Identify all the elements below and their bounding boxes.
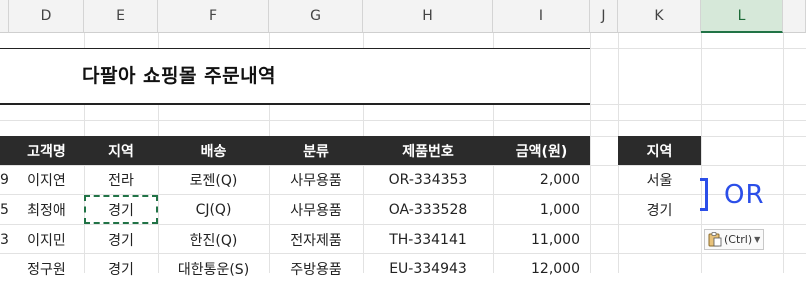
sheet-title[interactable]: 다팔아 쇼핑몰 주문내역 <box>82 61 276 88</box>
column-header-i[interactable]: I <box>493 0 590 33</box>
bracket-annotation <box>700 178 708 211</box>
column-header-e[interactable]: E <box>84 0 158 33</box>
column-header-k[interactable]: K <box>618 0 701 33</box>
criteria-value[interactable]: 서울 <box>618 165 701 194</box>
table-cell[interactable]: 사무용품 <box>269 165 363 194</box>
spreadsheet: D E F G H I J K L 다팔아 쇼핑몰 주문내역 고객명 지역 배송… <box>0 0 806 278</box>
gridline <box>783 33 784 273</box>
table-cell[interactable]: 정구원 <box>9 254 84 283</box>
row-prefix[interactable]: 3 <box>0 225 9 254</box>
table-cell[interactable]: OA-333528 <box>363 195 493 224</box>
header-region[interactable]: 지역 <box>84 136 158 165</box>
table-cell[interactable]: 이지민 <box>9 225 84 254</box>
or-annotation: OR <box>724 180 765 210</box>
table-cell[interactable]: TH-334141 <box>363 225 493 254</box>
table-cell[interactable]: 대한통운(S) <box>158 254 269 283</box>
table-cell[interactable]: CJ(Q) <box>158 195 269 224</box>
clipboard-icon <box>708 232 722 247</box>
column-header-m-partial[interactable] <box>783 0 806 33</box>
gridline <box>701 33 702 273</box>
column-header-j[interactable]: J <box>590 0 618 33</box>
column-header-g[interactable]: G <box>269 0 363 33</box>
row-prefix[interactable]: 9 <box>0 165 9 194</box>
table-cell[interactable]: 최정애 <box>9 195 84 224</box>
table-cell[interactable]: 사무용품 <box>269 195 363 224</box>
criteria-value[interactable]: 경기 <box>618 195 701 224</box>
header-product-no[interactable]: 제품번호 <box>363 136 493 165</box>
row-prefix[interactable]: 5 <box>0 195 9 224</box>
gridline <box>590 33 591 273</box>
title-border-bottom <box>0 103 590 105</box>
table-cell[interactable]: EU-334943 <box>363 254 493 283</box>
paste-options-button[interactable]: (Ctrl) ▼ <box>704 229 764 250</box>
table-cell[interactable]: 2,000 <box>493 165 590 194</box>
column-header-partial[interactable] <box>0 0 9 33</box>
title-border-top <box>0 48 590 49</box>
table-cell[interactable]: 전라 <box>84 165 158 194</box>
column-header-h[interactable]: H <box>363 0 493 33</box>
header-amount[interactable]: 금액(원) <box>493 136 590 165</box>
gridline <box>0 120 806 121</box>
column-header-l[interactable]: L <box>701 0 783 33</box>
chevron-down-icon: ▼ <box>754 235 761 244</box>
table-cell[interactable]: 주방용품 <box>269 254 363 283</box>
table-cell[interactable]: OR-334353 <box>363 165 493 194</box>
table-cell[interactable]: 1,000 <box>493 195 590 224</box>
column-header-f[interactable]: F <box>158 0 269 33</box>
paste-options-label: (Ctrl) <box>724 233 753 246</box>
table-cell[interactable]: 경기 <box>84 254 158 283</box>
table-cell[interactable]: 전자제품 <box>269 225 363 254</box>
header-shipping[interactable]: 배송 <box>158 136 269 165</box>
table-cell[interactable]: 11,000 <box>493 225 590 254</box>
header-category[interactable]: 분류 <box>269 136 363 165</box>
table-cell[interactable]: 12,000 <box>493 254 590 283</box>
copy-marquee <box>84 195 158 224</box>
column-header-d[interactable]: D <box>9 0 84 33</box>
header-customer[interactable]: 고객명 <box>9 136 84 165</box>
table-cell[interactable]: 경기 <box>84 225 158 254</box>
table-cell[interactable]: 로젠(Q) <box>158 165 269 194</box>
table-cell[interactable]: 이지연 <box>9 165 84 194</box>
table-cell[interactable]: 한진(Q) <box>158 225 269 254</box>
criteria-header[interactable]: 지역 <box>618 136 701 165</box>
